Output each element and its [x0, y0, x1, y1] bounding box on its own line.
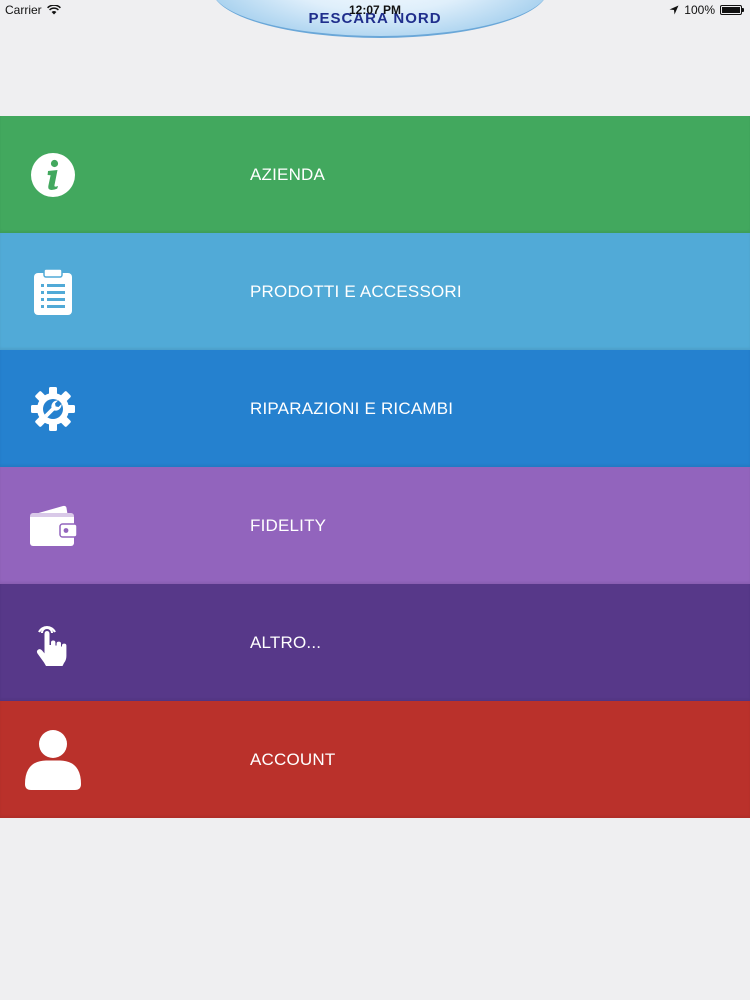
wallet-icon: [23, 496, 83, 556]
status-right-group: 100%: [669, 3, 744, 17]
menu-item-altro[interactable]: ALTRO...: [0, 584, 750, 701]
menu-item-account[interactable]: ACCOUNT: [0, 701, 750, 818]
menu-item-label: ACCOUNT: [250, 749, 336, 769]
menu-item-prodotti-e-accessori[interactable]: PRODOTTI E ACCESSORI: [0, 233, 750, 350]
menu-item-label: FIDELITY: [250, 515, 327, 535]
menu-item-label: RIPARAZIONI E RICAMBI: [250, 398, 454, 418]
tap-hand-icon: [23, 613, 83, 673]
info-icon: [23, 145, 83, 205]
menu-item-azienda[interactable]: AZIENDA: [0, 116, 750, 233]
battery-fill: [722, 7, 740, 13]
menu-item-label: AZIENDA: [250, 164, 326, 184]
battery-percent: 100%: [684, 3, 715, 17]
gear-wrench-icon: [23, 379, 83, 439]
main-menu: AZIENDA PRODOTTI E ACCESSORI RIPARAZIONI…: [0, 116, 750, 818]
clipboard-icon: [23, 262, 83, 322]
user-icon: [23, 729, 83, 790]
menu-item-riparazioni-e-ricambi[interactable]: RIPARAZIONI E RICAMBI: [0, 350, 750, 467]
menu-item-label: PRODOTTI E ACCESSORI: [250, 281, 462, 301]
menu-item-fidelity[interactable]: FIDELITY: [0, 467, 750, 584]
menu-item-label: ALTRO...: [250, 632, 322, 652]
status-bar: Carrier 12:07 PM 100%: [0, 0, 750, 20]
status-time: 12:07 PM: [348, 3, 402, 17]
battery-icon: [720, 5, 744, 15]
location-arrow-icon: [669, 5, 679, 15]
